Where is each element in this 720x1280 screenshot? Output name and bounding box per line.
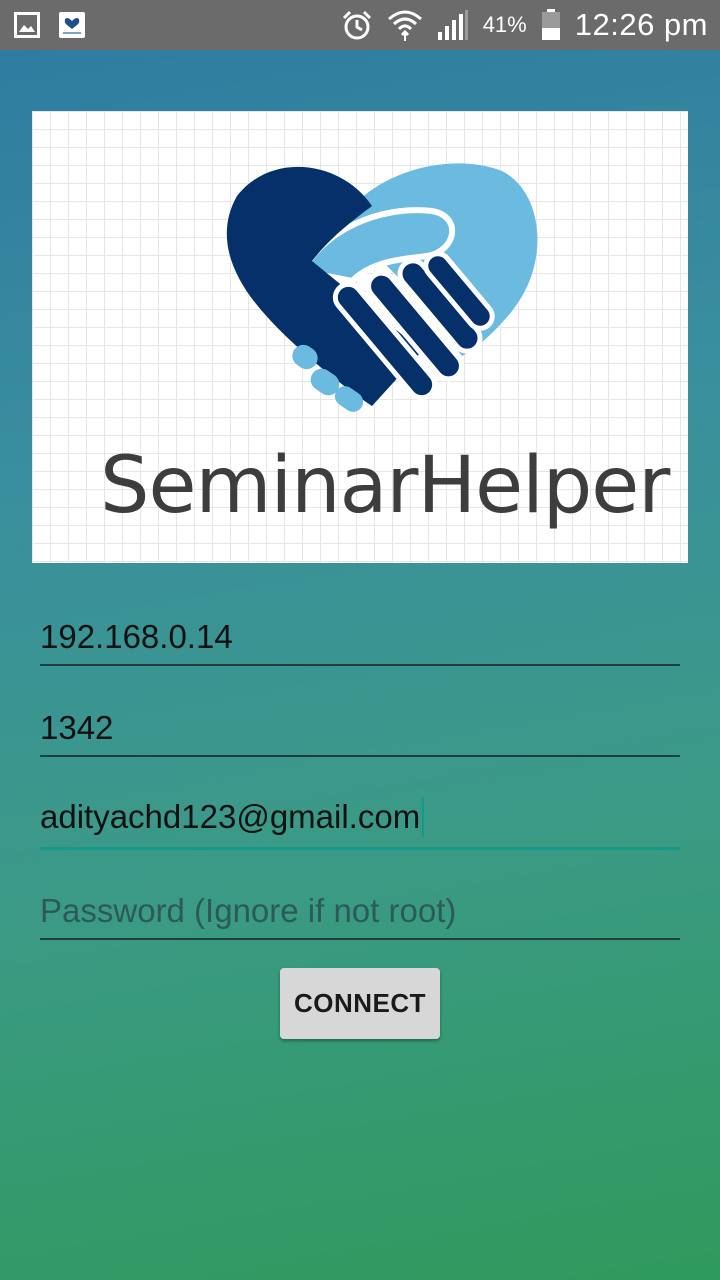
- host-value: 192.168.0.14: [40, 618, 233, 655]
- host-input[interactable]: 192.168.0.14: [40, 606, 680, 666]
- clock: 12:26 pm: [574, 7, 708, 42]
- port-value: 1342: [40, 709, 114, 746]
- text-cursor: [422, 797, 425, 837]
- alarm-icon: [341, 9, 373, 41]
- username-input[interactable]: adityachd123@gmail.com: [40, 790, 680, 850]
- password-input[interactable]: Password (Ignore if not root): [40, 880, 680, 940]
- app-logo: SeminarHelper: [32, 111, 688, 563]
- battery-icon: [541, 9, 561, 41]
- battery-percent: 41%: [482, 12, 527, 37]
- password-placeholder: Password (Ignore if not root): [40, 892, 457, 929]
- app-notification-icon: [58, 11, 86, 39]
- status-bar: 41% 12:26 pm: [0, 0, 720, 50]
- signal-icon: [437, 10, 469, 40]
- handshake-heart-icon: [226, 163, 538, 412]
- wifi-icon: [387, 9, 423, 41]
- username-value-wrap: adityachd123@gmail.com: [40, 797, 425, 839]
- brand-name: SeminarHelper: [100, 441, 670, 531]
- username-value: adityachd123@gmail.com: [40, 797, 421, 835]
- gallery-icon: [14, 12, 40, 38]
- connect-button[interactable]: CONNECT: [280, 968, 440, 1039]
- port-input[interactable]: 1342: [40, 697, 680, 757]
